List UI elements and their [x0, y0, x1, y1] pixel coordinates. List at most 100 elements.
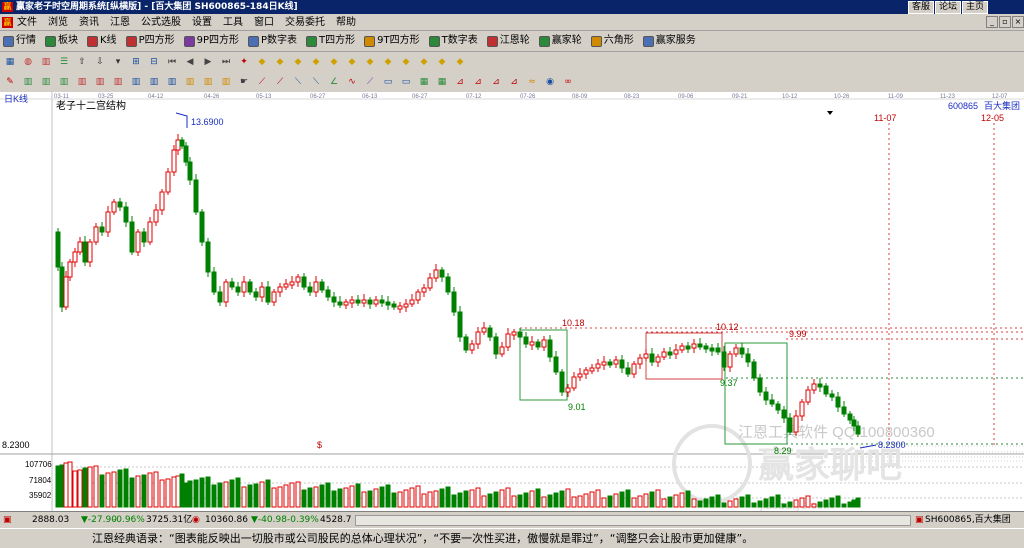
candlestick [679, 345, 685, 351]
bar-l-icon[interactable]: ▥ [219, 75, 233, 89]
diamond-i-icon[interactable]: ◆ [399, 55, 413, 69]
menu-trade[interactable]: 交易委托 [285, 14, 325, 31]
toolbar-hexagon-button[interactable]: 六角形 [590, 33, 634, 49]
diamond-f-icon[interactable]: ◆ [345, 55, 359, 69]
diamond-c-icon[interactable]: ◆ [291, 55, 305, 69]
volume-bar [331, 490, 337, 508]
bar-b-icon[interactable]: ▥ [39, 75, 53, 89]
volume-bar [721, 502, 727, 508]
bar-j-icon[interactable]: ▥ [183, 75, 197, 89]
toolbar-t-table-button[interactable]: T数字表 [428, 33, 478, 49]
rect-b-icon[interactable]: ▭ [399, 75, 413, 89]
first-icon[interactable]: ⏮ [165, 55, 179, 69]
table-a-icon[interactable]: ▦ [417, 75, 431, 89]
bar-a-icon[interactable]: ▥ [21, 75, 35, 89]
volume-bar [451, 494, 457, 508]
hand-icon[interactable]: ☛ [237, 75, 251, 89]
fan-a-icon[interactable]: ⊿ [453, 75, 467, 89]
toolbar-p-square-button[interactable]: P四方形 [125, 33, 175, 49]
bars-icon[interactable]: ▥ [39, 55, 53, 69]
bar-c-icon[interactable]: ▥ [57, 75, 71, 89]
diamond-j-icon[interactable]: ◆ [417, 55, 431, 69]
hexagon-icon [590, 35, 602, 47]
homepage-link[interactable]: 主页 [962, 1, 989, 14]
minimize-button[interactable]: _ [986, 16, 998, 28]
menu-news[interactable]: 资讯 [79, 14, 99, 31]
horizontal-scrollbar[interactable] [355, 515, 911, 526]
line-b-icon[interactable]: ⟋ [273, 75, 287, 89]
level-label-b: 10.12 [716, 322, 739, 332]
close-button[interactable]: × [1012, 16, 1024, 28]
forum-link[interactable]: 论坛 [935, 1, 962, 14]
ray-icon[interactable]: ⟋ [363, 75, 377, 89]
infinity-icon[interactable]: ∞ [561, 75, 575, 89]
diamond-b-icon[interactable]: ◆ [273, 55, 287, 69]
bar-h-icon[interactable]: ▥ [147, 75, 161, 89]
service-link[interactable]: 客服 [908, 1, 935, 14]
next-icon[interactable]: ▶ [201, 55, 215, 69]
kline-chart-area[interactable]: 江恩工具软件 QQ:100800360 赢家聊吧 jiaoba.ys.com 0… [0, 92, 1024, 511]
stack-icon[interactable]: ☰ [57, 55, 71, 69]
menu-formula[interactable]: 公式选股 [141, 14, 181, 31]
toolbar-kline-button[interactable]: K线 [87, 33, 117, 49]
bar-f-icon[interactable]: ▥ [111, 75, 125, 89]
bar-i-icon[interactable]: ▥ [165, 75, 179, 89]
menu-browse[interactable]: 浏览 [48, 14, 68, 31]
prev-icon[interactable]: ◀ [183, 55, 197, 69]
last-icon[interactable]: ⏭ [219, 55, 233, 69]
marker-icon[interactable]: ✦ [237, 55, 251, 69]
toolbar-sector-button[interactable]: 板块 [45, 33, 78, 49]
diamond-l-icon[interactable]: ◆ [453, 55, 467, 69]
toolbar-gann-wheel-button[interactable]: 江恩轮 [486, 33, 530, 49]
rect-a-icon[interactable]: ▭ [381, 75, 395, 89]
line-c-icon[interactable]: ⟍ [291, 75, 305, 89]
menu-tools[interactable]: 工具 [223, 14, 243, 31]
pencil-icon[interactable]: ✎ [3, 75, 17, 89]
toolbar-t-square-button[interactable]: T四方形 [306, 33, 355, 49]
menu-gann[interactable]: 江恩 [110, 14, 130, 31]
wave-icon[interactable]: ≈ [525, 75, 539, 89]
diamond-e-icon[interactable]: ◆ [327, 55, 341, 69]
diamond-a-icon[interactable]: ◆ [255, 55, 269, 69]
fan-c-icon[interactable]: ⊿ [489, 75, 503, 89]
bar-d-icon[interactable]: ▥ [75, 75, 89, 89]
line-a-icon[interactable]: ⟋ [255, 75, 269, 89]
down-arrow-icon[interactable]: ⇩ [93, 55, 107, 69]
diamond-h-icon[interactable]: ◆ [381, 55, 395, 69]
globe-icon[interactable]: ◉ [543, 75, 557, 89]
candlestick [235, 286, 241, 293]
menu-file[interactable]: 文件 [17, 14, 37, 31]
grid-icon[interactable]: ▦ [3, 55, 17, 69]
up-arrow-icon[interactable]: ⇧ [75, 55, 89, 69]
toolbar-p-table-button[interactable]: P数字表 [248, 33, 297, 49]
fan-b-icon[interactable]: ⊿ [471, 75, 485, 89]
candlestick [847, 413, 853, 421]
candlestick [179, 139, 185, 147]
menu-help[interactable]: 帮助 [336, 14, 356, 31]
angle-icon[interactable]: ∠ [327, 75, 341, 89]
curve-icon[interactable]: ∿ [345, 75, 359, 89]
stock-icon[interactable]: ◍ [21, 55, 35, 69]
menu-settings[interactable]: 设置 [192, 14, 212, 31]
diamond-k-icon[interactable]: ◆ [435, 55, 449, 69]
toolbar-9t-square-button[interactable]: 9T四方形 [364, 33, 420, 49]
expand-icon[interactable]: ⊞ [129, 55, 143, 69]
table-b-icon[interactable]: ▦ [435, 75, 449, 89]
bar-k-icon[interactable]: ▥ [201, 75, 215, 89]
toolbar-service-button[interactable]: 赢家服务 [642, 33, 696, 49]
diamond-g-icon[interactable]: ◆ [363, 55, 377, 69]
bar-g-icon[interactable]: ▥ [129, 75, 143, 89]
fan-d-icon[interactable]: ⊿ [507, 75, 521, 89]
restore-button[interactable]: ▫ [999, 16, 1011, 28]
bar-e-icon[interactable]: ▥ [93, 75, 107, 89]
dropdown-icon[interactable]: ▾ [111, 55, 125, 69]
candlestick [505, 333, 511, 348]
toolbar-9p-square-button[interactable]: 9P四方形 [183, 33, 239, 49]
diamond-d-icon[interactable]: ◆ [309, 55, 323, 69]
toolbar-quote-button[interactable]: 行情 [3, 33, 36, 49]
kline-chart[interactable]: 江恩工具软件 QQ:100800360 赢家聊吧 jiaoba.ys.com 0… [0, 92, 1024, 511]
shrink-icon[interactable]: ⊟ [147, 55, 161, 69]
toolbar-winner-wheel-button[interactable]: 赢家轮 [538, 33, 582, 49]
line-d-icon[interactable]: ⟍ [309, 75, 323, 89]
menu-window[interactable]: 窗口 [254, 14, 274, 31]
